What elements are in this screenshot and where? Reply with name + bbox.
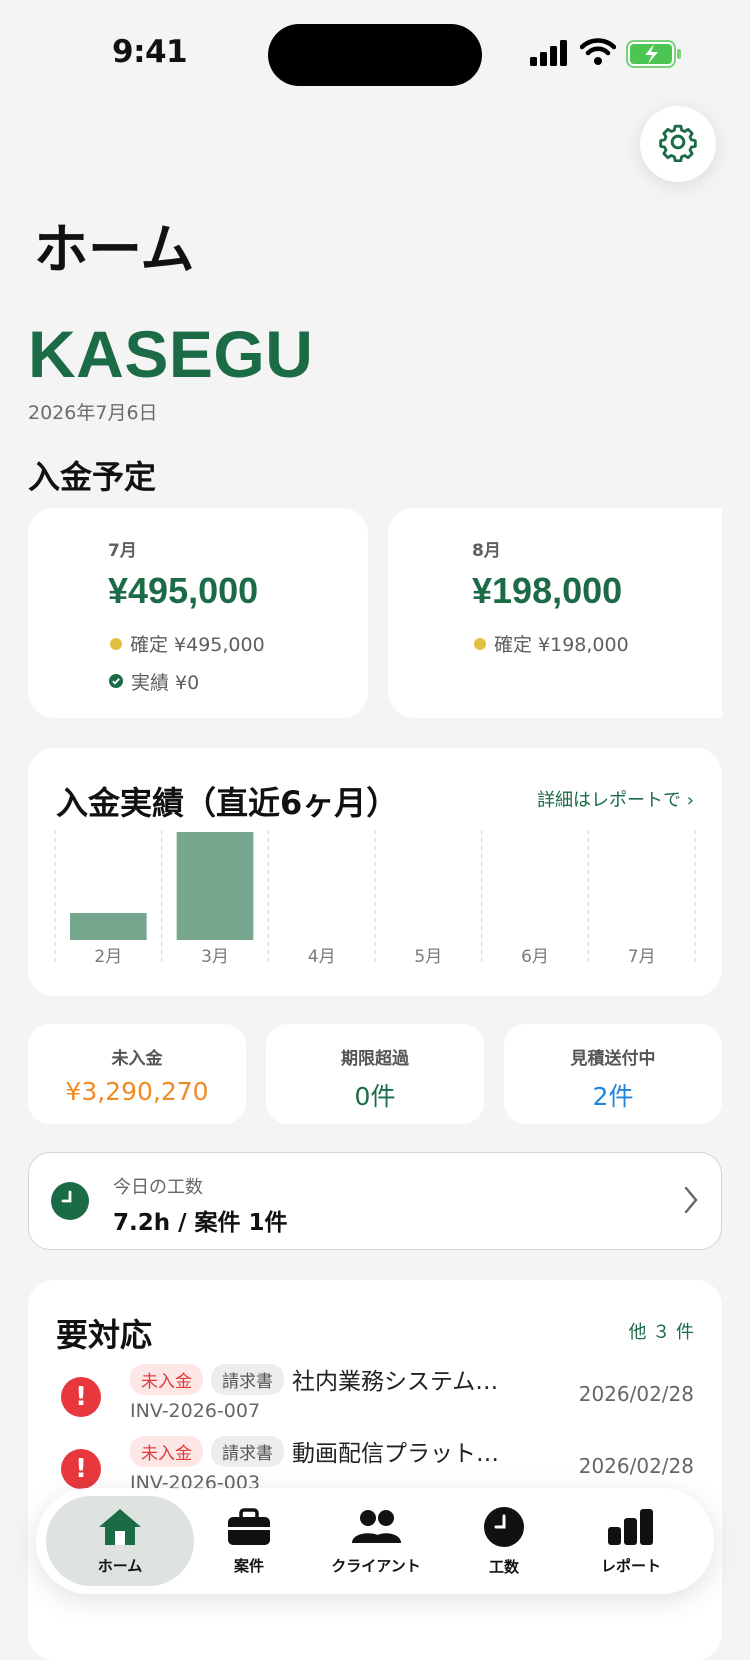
tab-reports[interactable]: レポート (566, 1488, 696, 1594)
chart-tick-label: 5月 (414, 947, 442, 967)
invoice-tag: 請求書 (211, 1435, 284, 1467)
chevron-right-icon (683, 1185, 699, 1219)
status-time: 9:41 (112, 34, 188, 70)
action-required-title: 要対応 (56, 1316, 153, 1354)
actual-line: 実績 ¥0 (109, 668, 199, 695)
tab-home[interactable]: ホーム (55, 1488, 185, 1594)
unpaid-tag: 未入金 (130, 1435, 203, 1467)
chart-tick-label: 4月 (308, 947, 336, 967)
confirmed-dot-icon (110, 637, 122, 650)
action-required-card: 要対応 他 ３ 件 ! 未入金 請求書 社内業務システム… INV-2026-0… (28, 1280, 722, 1660)
signal-icon (530, 40, 568, 70)
income-card-amount: ¥495,000 (108, 570, 259, 611)
chart-tick-label: 2月 (94, 947, 122, 967)
stat-value: 0件 (354, 1082, 396, 1111)
income-chart-card: 入金実績（直近6ヶ月） 詳細はレポートで › 2月 3月 4月 5月 6月 7月 (28, 748, 722, 996)
tab-label: 工数 (488, 1557, 519, 1576)
stat-label: 期限超過 (341, 1049, 409, 1069)
invoice-tag: 請求書 (211, 1363, 284, 1395)
due-date: 2026/02/28 (578, 1382, 694, 1406)
clock-icon (483, 1506, 525, 1552)
people-icon (349, 1507, 403, 1551)
due-date: 2026/02/28 (578, 1454, 694, 1478)
actual-amount: 実績 ¥0 (131, 672, 200, 694)
page-title: ホーム (34, 218, 195, 281)
action-item-header: 未入金 請求書 動画配信プラット… (130, 1434, 499, 1468)
confirmed-amount: 確定 ¥495,000 (130, 634, 265, 656)
alert-icon: ! (61, 1377, 101, 1417)
tab-projects[interactable]: 案件 (184, 1488, 314, 1594)
income-card-august[interactable]: 8月 ¥198,000 確定 ¥198,000 (388, 508, 722, 718)
tab-work-hours[interactable]: 工数 (439, 1488, 569, 1594)
dynamic-island (268, 24, 482, 86)
confirmed-line: 確定 ¥495,000 (110, 630, 265, 657)
alert-icon: ! (61, 1449, 101, 1489)
tab-label: レポート (600, 1556, 661, 1575)
stat-label: 未入金 (111, 1049, 163, 1069)
income-card-month: 7月 (108, 541, 137, 561)
chart-tick-label: 6月 (521, 947, 549, 967)
battery-icon (626, 40, 682, 72)
home-icon (97, 1507, 143, 1551)
tab-clients[interactable]: クライアント (311, 1488, 441, 1594)
invoice-number: INV-2026-007 (130, 1400, 261, 1422)
stat-label: 見積送付中 (570, 1049, 656, 1069)
gear-icon (658, 122, 698, 166)
confirmed-dot-icon (474, 637, 486, 650)
stat-value: ¥3,290,270 (65, 1077, 209, 1106)
chart-bar-2 (176, 832, 254, 940)
tab-bar: ホーム 案件 クライアント 工数 レポート (36, 1488, 714, 1594)
today-work-label: 今日の工数 (113, 1177, 203, 1198)
brand-logo: KASEGU (28, 317, 314, 391)
action-item-title: 動画配信プラット… (292, 1441, 499, 1467)
tab-label: 案件 (233, 1556, 264, 1575)
chart-tick-label: 7月 (628, 947, 656, 967)
confirmed-line: 確定 ¥198,000 (474, 630, 629, 657)
clock-icon (51, 1182, 89, 1224)
confirmed-amount: 確定 ¥198,000 (494, 634, 629, 656)
stat-unpaid[interactable]: 未入金 ¥3,290,270 (28, 1024, 246, 1124)
chart-bar-1 (70, 913, 147, 940)
action-item-title: 社内業務システム… (292, 1369, 499, 1395)
tab-label: クライアント (331, 1556, 421, 1575)
tab-label: ホーム (97, 1556, 143, 1575)
briefcase-icon (226, 1507, 272, 1551)
unpaid-tag: 未入金 (130, 1363, 203, 1395)
action-item-header: 未入金 請求書 社内業務システム… (130, 1362, 498, 1396)
more-items-link[interactable]: 他 ３ 件 (629, 1318, 694, 1344)
today-work-value: 7.2h / 案件 1件 (113, 1210, 288, 1236)
income-card-amount: ¥198,000 (472, 570, 623, 611)
chart-tick-label: 3月 (201, 947, 229, 967)
current-date: 2026年7月6日 (28, 402, 158, 424)
settings-button[interactable] (640, 106, 716, 182)
action-item[interactable]: ! 未入金 請求書 社内業務システム… INV-2026-007 2026/02… (28, 1362, 722, 1432)
bar-chart-icon (606, 1507, 656, 1551)
income-bar-chart: 2月 3月 4月 5月 6月 7月 (54, 830, 696, 967)
stat-value: 2件 (592, 1082, 634, 1111)
today-work-card[interactable]: 今日の工数 7.2h / 案件 1件 (28, 1152, 722, 1250)
income-card-july[interactable]: 7月 ¥495,000 確定 ¥495,000 実績 ¥0 (28, 508, 368, 718)
income-schedule-title: 入金予定 (28, 458, 157, 496)
stat-quotes-sent[interactable]: 見積送付中 2件 (504, 1024, 722, 1124)
stat-overdue[interactable]: 期限超過 0件 (266, 1024, 484, 1124)
check-icon (109, 671, 123, 693)
income-card-month: 8月 (472, 541, 501, 561)
wifi-icon (579, 38, 617, 70)
